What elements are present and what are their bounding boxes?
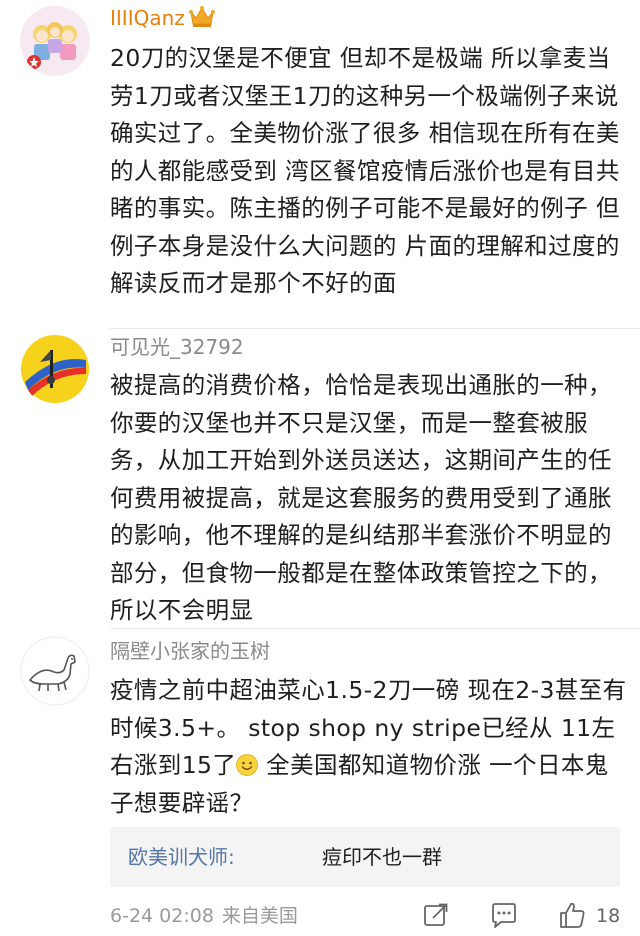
share-button[interactable] [421,900,451,930]
username-1[interactable]: IIIIQanz [110,4,215,34]
avatar-3[interactable] [20,636,90,706]
comment-meta: 6-24 02:08 来自美国 [110,904,298,928]
smile-emoji-icon [236,750,259,776]
comment-text-3: 疫情之前中超油菜心1.5-2刀一磅 现在2-3甚至有时候3.5+。 stop s… [110,672,628,822]
comment-text-1: 20刀的汉堡是不便宜 但却不是极端 所以拿麦当劳1刀或者汉堡王1刀的这种另一个极… [110,44,620,297]
comment-time: 6-24 02:08 [110,905,214,927]
comment-text-2: 被提高的消费价格，恰恰是表现出通胀的一种，你要的汉堡也并不只是汉堡，而是一整套被… [110,371,612,624]
username-2[interactable]: 可见光_32792 [110,334,244,360]
avatar-1[interactable] [20,6,90,76]
username-3[interactable]: 隔壁小张家的玉树 [110,638,270,664]
reply-author[interactable]: 欧美训犬师: [128,843,235,871]
comment-source: 来自美国 [221,905,298,927]
comment-icon [492,903,516,928]
share-icon [424,903,448,926]
comment-footer: 6-24 02:08 来自美国 18 [0,898,640,934]
reply-box[interactable]: 欧美训犬师: 痘印不也一群 [110,827,620,887]
reply-text: 痘印不也一群 [322,845,442,869]
divider-2 [110,628,640,629]
divider-1 [110,328,640,329]
like-count: 18 [596,905,621,927]
username-text-1[interactable]: IIIIQanz [110,6,185,30]
like-button[interactable] [557,900,587,930]
crown-icon [188,4,215,34]
thumbs-up-icon [560,902,585,928]
avatar-2[interactable] [20,334,90,404]
comment-button[interactable] [489,900,519,930]
